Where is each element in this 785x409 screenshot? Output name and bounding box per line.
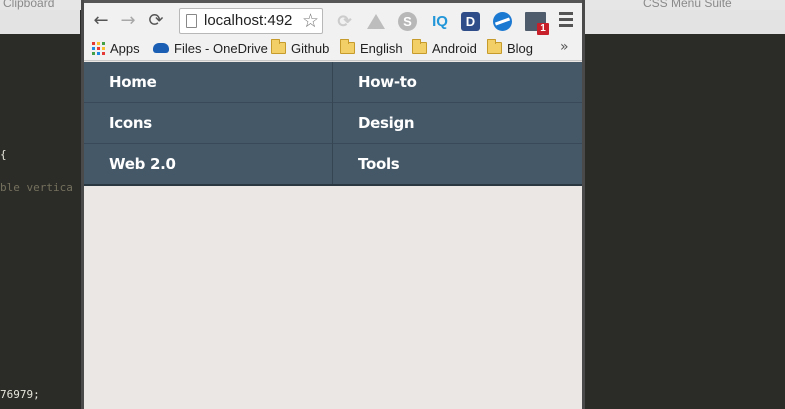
clipboard-window-title: Clipboard bbox=[3, 0, 55, 10]
bookmark-label: Apps bbox=[110, 40, 140, 56]
page-content: Home How-to Icons Design Web 2.0 Tools bbox=[84, 62, 582, 409]
bookmark-label: Github bbox=[291, 40, 330, 56]
menu-item-home[interactable]: Home bbox=[84, 62, 333, 103]
address-bar[interactable]: localhost:492 ☆ bbox=[179, 8, 323, 34]
code-line: { bbox=[0, 148, 7, 161]
right-editor-panel bbox=[585, 34, 785, 409]
skype-extension-icon[interactable]: S bbox=[398, 12, 417, 31]
folder-icon bbox=[271, 39, 286, 54]
google-drive-extension-icon[interactable] bbox=[366, 12, 385, 31]
onedrive-cloud-icon bbox=[153, 43, 169, 53]
css-menu-suite-window-title: CSS Menu Suite bbox=[643, 0, 732, 10]
bookmark-star-icon[interactable]: ☆ bbox=[302, 10, 319, 32]
page-icon bbox=[186, 14, 197, 28]
menu-item-design[interactable]: Design bbox=[333, 103, 582, 144]
notification-badge: 1 bbox=[537, 23, 549, 35]
folder-icon bbox=[487, 39, 502, 54]
reload-icon[interactable]: ⟳ bbox=[146, 11, 166, 31]
bookmark-github[interactable]: Github bbox=[271, 39, 329, 57]
browser-window: ← → ⟳ localhost:492 ☆ ⟳ S IQ D 1 Apps Fi… bbox=[81, 0, 585, 409]
bookmark-files-onedrive[interactable]: Files - OneDrive bbox=[153, 39, 268, 57]
bookmark-apps[interactable]: Apps bbox=[92, 39, 140, 57]
code-editor-panel[interactable]: { ble vertica 76979; bbox=[0, 34, 80, 409]
code-line: 76979; bbox=[0, 388, 40, 401]
code-line-comment: ble vertica bbox=[0, 181, 73, 194]
bookmarks-overflow-chevron-icon[interactable]: » bbox=[560, 39, 569, 55]
folder-icon bbox=[412, 39, 427, 54]
bookmark-label: Android bbox=[432, 40, 477, 56]
bookmark-label: Blog bbox=[507, 40, 534, 56]
menu-item-icons[interactable]: Icons bbox=[84, 103, 333, 144]
hamburger-menu-icon[interactable] bbox=[559, 12, 573, 28]
menu-item-tools[interactable]: Tools bbox=[333, 144, 582, 184]
globe-extension-icon[interactable] bbox=[493, 12, 512, 31]
browser-toolbar: ← → ⟳ localhost:492 ☆ ⟳ S IQ D 1 bbox=[84, 0, 582, 36]
back-arrow-icon[interactable]: ← bbox=[91, 11, 111, 31]
bookmarks-bar: Apps Files - OneDrive Github English And… bbox=[84, 36, 582, 61]
d-extension-icon[interactable]: D bbox=[461, 12, 480, 31]
bookmark-blog[interactable]: Blog bbox=[487, 39, 533, 57]
menu-item-web-2-0[interactable]: Web 2.0 bbox=[84, 144, 333, 184]
url-text[interactable]: localhost:492 bbox=[204, 12, 292, 29]
css-menu: Home How-to Icons Design Web 2.0 Tools bbox=[84, 62, 582, 186]
forward-arrow-icon[interactable]: → bbox=[118, 11, 138, 31]
menu-item-how-to[interactable]: How-to bbox=[333, 62, 582, 103]
apps-grid-icon bbox=[92, 41, 105, 55]
bookmark-label: Files - OneDrive bbox=[174, 40, 268, 56]
sync-extension-icon[interactable]: ⟳ bbox=[335, 12, 354, 31]
left-window-toolbar bbox=[0, 10, 80, 34]
iq-extension-icon[interactable]: IQ bbox=[429, 12, 451, 31]
bookmark-android[interactable]: Android bbox=[412, 39, 477, 57]
bookmark-english[interactable]: English bbox=[340, 39, 403, 57]
right-window-toolbar bbox=[585, 10, 785, 34]
bookmark-label: English bbox=[360, 40, 403, 56]
folder-icon bbox=[340, 39, 355, 54]
